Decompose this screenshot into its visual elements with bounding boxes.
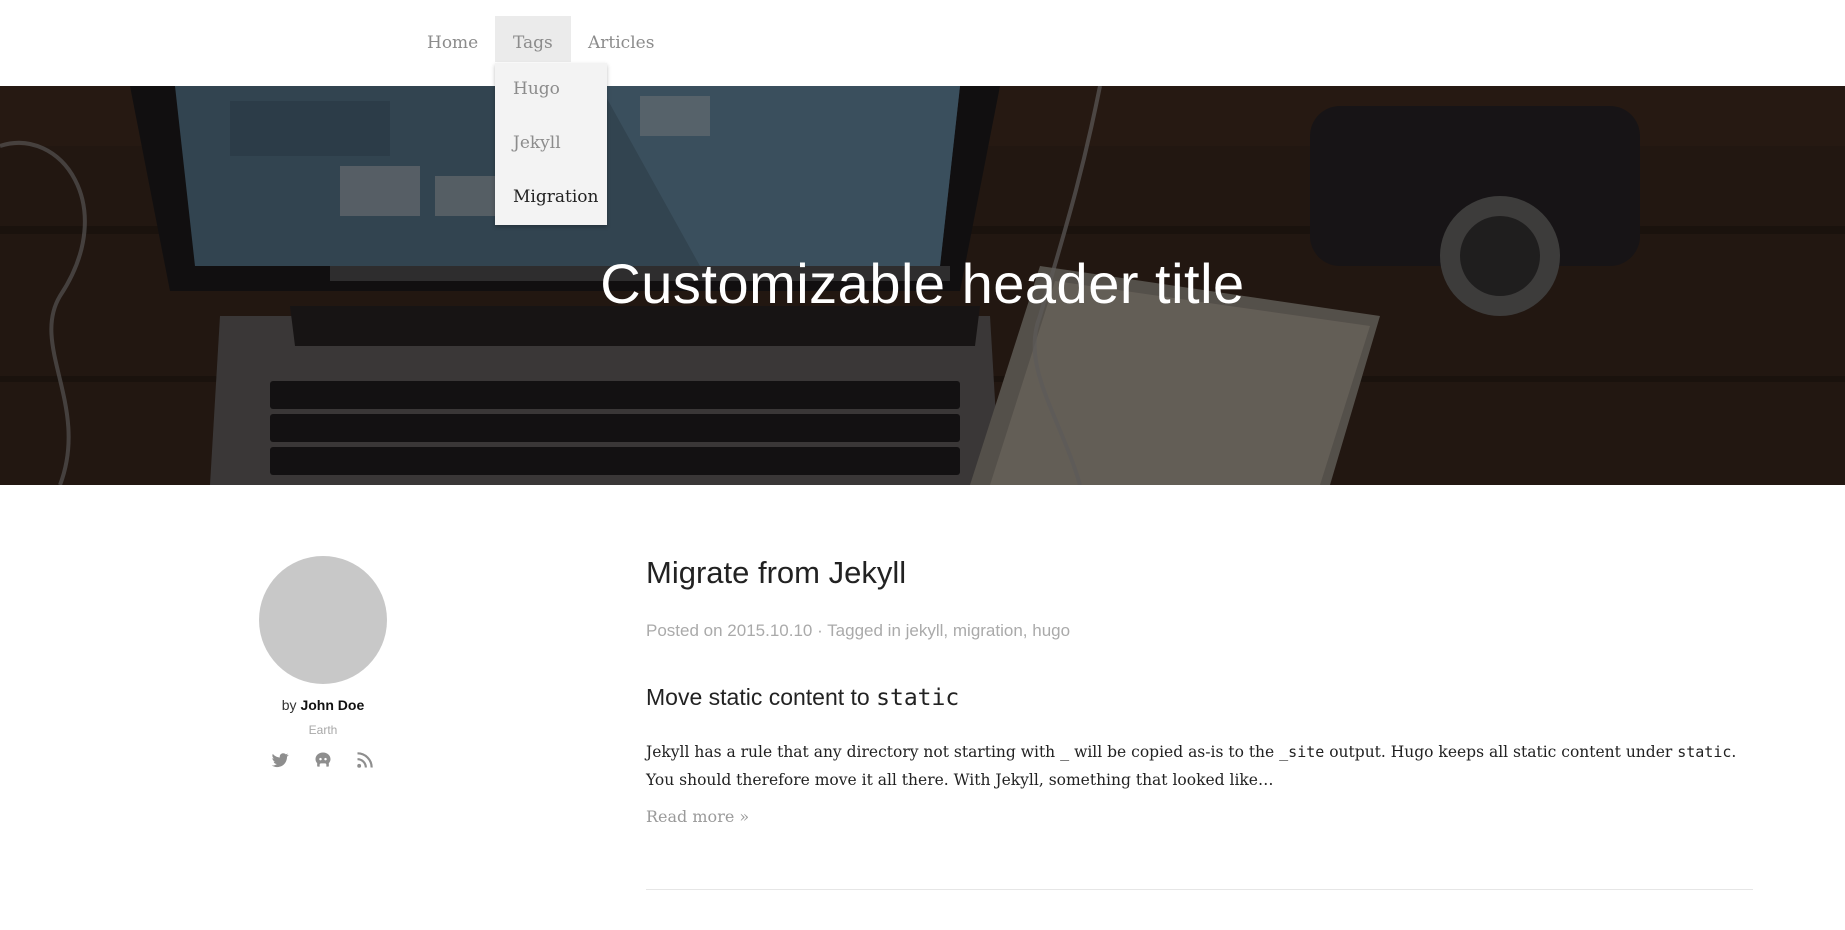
excerpt-code-3: static: [1677, 743, 1732, 761]
dropdown-item-hugo[interactable]: Hugo: [513, 79, 560, 99]
byline-prefix: by: [281, 697, 297, 713]
hero-title: Customizable header title: [600, 252, 1245, 315]
tag-link-jekyll[interactable]: jekyll: [906, 621, 944, 640]
rss-icon[interactable]: [355, 750, 375, 770]
twitter-icon[interactable]: [270, 750, 290, 770]
dropdown-item-jekyll[interactable]: Jekyll: [513, 133, 561, 153]
github-icon[interactable]: [313, 750, 333, 770]
excerpt-text-1: Jekyll has a rule that any directory not…: [646, 743, 1061, 761]
nav-home[interactable]: Home: [409, 16, 496, 86]
subheading-text: Move static content to: [646, 684, 877, 710]
author-byline: by John Doe: [200, 697, 446, 713]
top-nav: Home Tags Articles: [0, 0, 1845, 86]
post-date: Posted on 2015.10.10 · Tagged in: [646, 621, 906, 640]
nav-tags[interactable]: Tags: [495, 16, 571, 62]
dropdown-item-migration[interactable]: Migration: [513, 187, 598, 207]
hero-banner: Customizable header title: [0, 86, 1845, 485]
post-subheading: Move static content to static: [646, 684, 959, 711]
avatar: [259, 556, 387, 684]
post-divider: [646, 889, 1753, 890]
excerpt-text-3: output. Hugo keeps all static content un…: [1324, 743, 1678, 761]
excerpt-code-2: _site: [1279, 743, 1325, 761]
excerpt-text-2: will be copied as-is to the: [1069, 743, 1280, 761]
tags-dropdown-menu: Hugo Jekyll Migration: [495, 63, 607, 225]
author-location: Earth: [308, 723, 338, 737]
post-title[interactable]: Migrate from Jekyll: [646, 555, 906, 591]
subheading-code: static: [876, 685, 960, 711]
excerpt-code-1: _: [1060, 743, 1070, 761]
tag-link-hugo[interactable]: hugo: [1032, 621, 1070, 640]
tag-link-migration[interactable]: migration: [953, 621, 1023, 640]
post-excerpt: Jekyll has a rule that any directory not…: [646, 738, 1746, 794]
read-more-link[interactable]: Read more »: [646, 807, 749, 826]
post-meta: Posted on 2015.10.10 · Tagged in jekyll,…: [646, 621, 1071, 640]
author-name: John Doe: [300, 697, 365, 713]
